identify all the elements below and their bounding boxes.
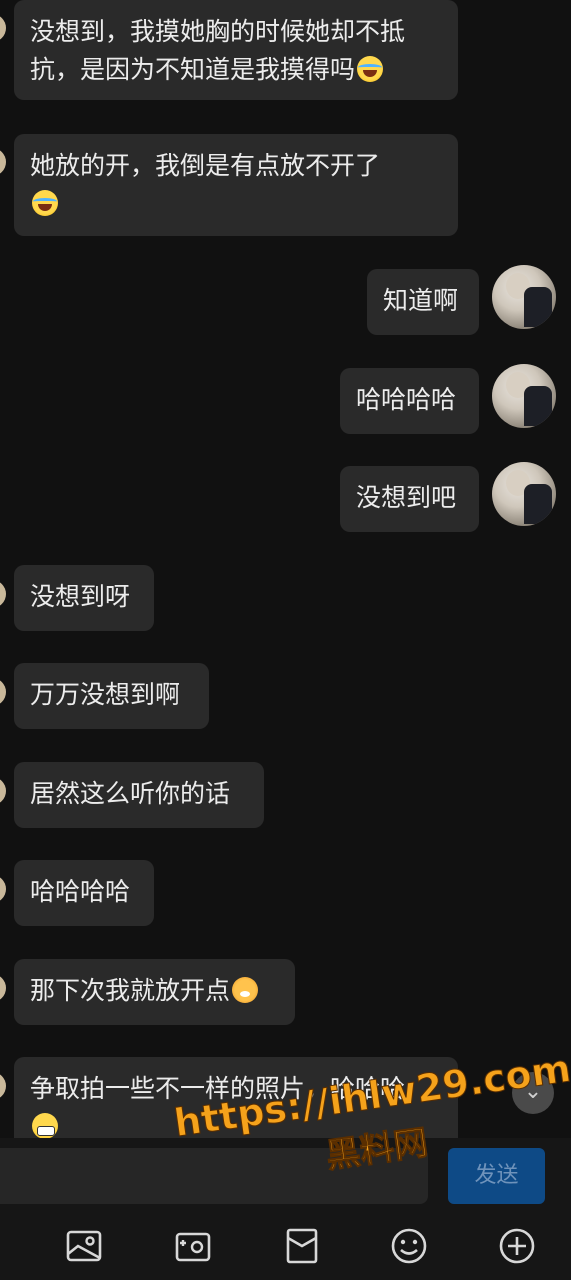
message-bubble-incoming[interactable]: 争取拍一些不一样的照片，哈哈哈 [14, 1057, 458, 1140]
message-bubble-incoming[interactable]: 哈哈哈哈 [14, 860, 154, 926]
composer: 发送 [0, 1138, 571, 1208]
emoji-icon[interactable] [389, 1226, 429, 1266]
contact-avatar[interactable] [0, 1072, 6, 1100]
contact-avatar[interactable] [0, 580, 6, 608]
message-text: 居然这么听你的话 [30, 779, 231, 808]
message-text: 没想到吧 [356, 483, 457, 512]
message-input[interactable] [0, 1148, 428, 1204]
user-avatar[interactable] [492, 462, 556, 526]
message-text: 那下次我就放开点 [30, 976, 231, 1005]
message-bubble-incoming[interactable]: 她放的开，我倒是有点放不开了 [14, 134, 458, 236]
message-bubble-outgoing[interactable]: 没想到吧 [340, 466, 479, 532]
contact-avatar[interactable] [0, 14, 6, 42]
chat-screen: 没想到，我摸她胸的时候她却不抵抗，是因为不知道是我摸得吗 她放的开，我倒是有点放… [0, 0, 571, 1280]
send-button[interactable]: 发送 [448, 1148, 545, 1204]
message-list[interactable]: 没想到，我摸她胸的时候她却不抵抗，是因为不知道是我摸得吗 她放的开，我倒是有点放… [0, 0, 571, 1140]
message-text: 万万没想到啊 [30, 680, 181, 709]
message-text: 没想到呀 [30, 582, 131, 611]
contact-avatar[interactable] [0, 678, 6, 706]
message-text: 争取拍一些不一样的照片，哈哈哈 [30, 1074, 406, 1103]
plus-icon[interactable] [497, 1226, 537, 1266]
message-text: 没想到，我摸她胸的时候她却不抵抗，是因为不知道是我摸得吗 [30, 17, 406, 84]
message-bubble-incoming[interactable]: 万万没想到啊 [14, 663, 209, 729]
face-with-tears-of-joy-icon [357, 56, 384, 82]
contact-avatar[interactable] [0, 148, 6, 176]
message-bubble-incoming[interactable]: 那下次我就放开点 [14, 959, 295, 1025]
message-bubble-outgoing[interactable]: 知道啊 [367, 269, 479, 335]
message-text: 哈哈哈哈 [356, 385, 457, 414]
camera-icon[interactable] [173, 1226, 213, 1266]
input-toolbar [0, 1208, 571, 1280]
face-with-tears-of-joy-icon [32, 190, 58, 216]
message-text: 知道啊 [383, 286, 459, 315]
contact-avatar[interactable] [0, 875, 6, 903]
message-bubble-incoming[interactable]: 没想到呀 [14, 565, 154, 631]
contact-avatar[interactable] [0, 777, 6, 805]
grimacing-face-icon [32, 1113, 58, 1139]
message-text: 哈哈哈哈 [30, 877, 131, 906]
scroll-to-bottom-button[interactable]: ⌄ [512, 1072, 554, 1114]
message-bubble-incoming[interactable]: 居然这么听你的话 [14, 762, 264, 828]
message-bubble-outgoing[interactable]: 哈哈哈哈 [340, 368, 479, 434]
contact-avatar[interactable] [0, 974, 6, 1002]
chevron-down-icon: ⌄ [523, 1079, 543, 1104]
red-packet-icon[interactable] [282, 1226, 322, 1266]
image-icon[interactable] [64, 1226, 104, 1266]
message-bubble-incoming[interactable]: 没想到，我摸她胸的时候她却不抵抗，是因为不知道是我摸得吗 [14, 0, 458, 100]
user-avatar[interactable] [492, 364, 556, 428]
tiger-face-icon [232, 977, 259, 1003]
message-text: 她放的开，我倒是有点放不开了 [30, 151, 381, 180]
user-avatar[interactable] [492, 265, 556, 329]
